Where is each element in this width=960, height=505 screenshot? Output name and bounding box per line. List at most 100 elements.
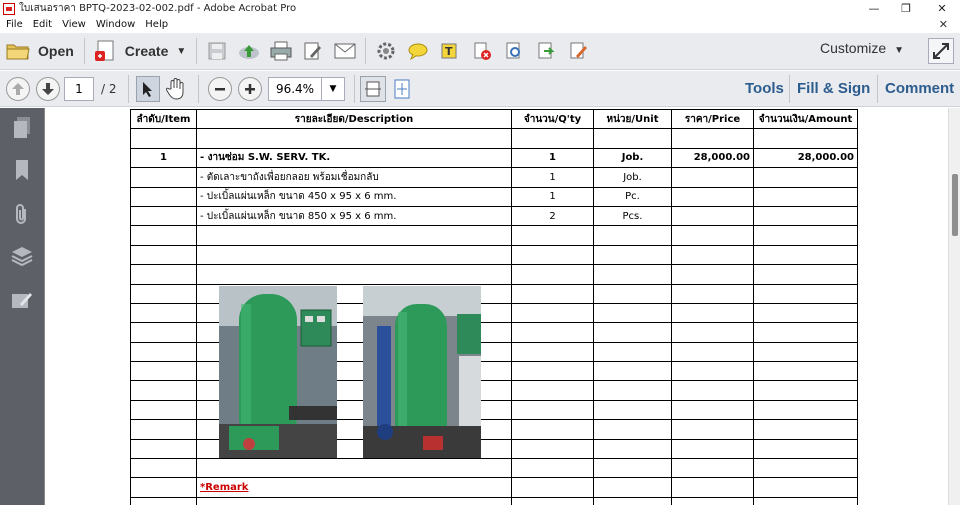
scrollbar-thumb[interactable] — [952, 174, 958, 236]
find-document-icon[interactable] — [503, 40, 525, 62]
item-number — [130, 186, 197, 207]
table-row — [130, 458, 858, 479]
scroll-mode-icon[interactable] — [392, 78, 412, 103]
gear-icon[interactable] — [375, 40, 397, 62]
print-icon[interactable] — [270, 40, 292, 62]
toolbar-divider — [365, 38, 367, 64]
zoom-level-input[interactable]: 96.4% — [268, 77, 322, 101]
header-unit: หน่วย/Unit — [593, 108, 672, 130]
zoom-in-button[interactable] — [238, 77, 262, 101]
customize-label: Customize — [820, 40, 887, 56]
edit-document-icon[interactable] — [302, 40, 324, 62]
table-row — [130, 225, 858, 246]
select-tool-button[interactable] — [136, 76, 160, 102]
page-total: / 2 — [101, 82, 117, 96]
menu-window[interactable]: Window — [96, 19, 135, 30]
page-thumbnails-icon[interactable] — [10, 116, 34, 140]
close-window-button[interactable]: ✕ — [926, 0, 958, 17]
item-price: 28,000.00 — [671, 147, 754, 169]
comment-link[interactable]: Comment — [885, 80, 954, 97]
item-number — [130, 167, 197, 188]
sign-document-icon[interactable] — [567, 40, 589, 62]
tank-photo-1 — [219, 286, 337, 458]
toolbar-divider — [789, 75, 790, 103]
tools-link[interactable]: Tools — [745, 80, 784, 97]
bookmarks-icon[interactable] — [10, 158, 34, 182]
item-amount — [753, 186, 858, 207]
tank-photo-2 — [363, 286, 481, 458]
item-price — [671, 167, 754, 188]
attachments-paperclip-icon[interactable] — [10, 202, 34, 226]
header-description: รายละเอียด/Description — [196, 108, 512, 130]
menu-help[interactable]: Help — [145, 19, 168, 30]
open-label: Open — [38, 43, 74, 59]
create-button[interactable]: Create ▼ — [89, 36, 193, 66]
svg-text:T: T — [445, 45, 453, 58]
zoom-dropdown[interactable]: ▼ — [321, 77, 345, 101]
restore-button[interactable]: ❐ — [890, 0, 922, 17]
item-amount — [753, 205, 858, 227]
table-row: - ตัดเลาะขาถังเพื่อยกลอย พร้อมเชื่อมกลับ… — [130, 167, 858, 188]
plus-icon — [245, 84, 255, 94]
arrow-down-icon — [42, 83, 54, 95]
item-unit: Pc. — [593, 186, 672, 207]
create-pdf-icon — [94, 40, 114, 61]
next-page-button[interactable] — [36, 77, 60, 101]
menu-bar: File Edit View Window Help ✕ — [0, 17, 960, 32]
export-icon[interactable] — [535, 40, 557, 62]
header-item: ลำดับ/Item — [130, 108, 197, 130]
open-button[interactable]: Open — [0, 36, 80, 66]
minimize-button[interactable]: — — [858, 0, 890, 17]
item-qty: 1 — [511, 147, 594, 169]
create-label: Create — [124, 43, 169, 59]
upload-cloud-icon[interactable] — [238, 40, 260, 62]
item-price — [671, 205, 754, 227]
item-description: - ปะเบิ้ลแผ่นเหล็ก ขนาด 850 x 95 x 6 mm. — [196, 205, 512, 227]
window-title: ใบเสนอราคา BPTQ-2023-02-002.pdf - Adobe … — [19, 3, 297, 14]
previous-page-button[interactable] — [6, 77, 30, 101]
delete-page-icon[interactable] — [471, 40, 493, 62]
page-number-input[interactable]: 1 — [64, 77, 94, 101]
vertical-scrollbar[interactable] — [948, 108, 960, 505]
customize-menu[interactable]: Customize ▼ — [820, 40, 904, 56]
menu-file[interactable]: File — [6, 19, 23, 30]
zoom-out-button[interactable] — [208, 77, 232, 101]
table-row: - ปะเบิ้ลแผ่นเหล็ก ขนาด 450 x 95 x 6 mm.… — [130, 186, 858, 207]
full-screen-button[interactable] — [928, 38, 954, 64]
item-number: 1 — [130, 147, 197, 169]
item-description: - ตัดเลาะขาถังเพื่อยกลอย พร้อมเชื่อมกลับ — [196, 167, 512, 188]
item-price — [671, 186, 754, 207]
email-icon[interactable] — [334, 40, 356, 62]
fill-sign-link[interactable]: Fill & Sign — [797, 80, 870, 97]
menu-edit[interactable]: Edit — [33, 19, 52, 30]
item-qty: 1 — [511, 186, 594, 207]
save-icon[interactable] — [206, 40, 228, 62]
title-bar: ใบเสนอราคา BPTQ-2023-02-002.pdf - Adobe … — [0, 0, 960, 17]
hand-tool-icon[interactable] — [165, 78, 186, 103]
item-unit: Job. — [593, 167, 672, 188]
navigation-pane — [0, 108, 44, 505]
layers-icon[interactable] — [10, 244, 34, 268]
item-amount: 28,000.00 — [753, 147, 858, 169]
toolbar-divider — [196, 38, 198, 64]
item-qty: 1 — [511, 167, 594, 188]
table-header-row: ลำดับ/Item รายละเอียด/Description จำนวน/… — [130, 108, 858, 130]
menu-view[interactable]: View — [62, 19, 86, 30]
fit-page-button[interactable] — [360, 76, 386, 102]
toolbar-divider — [198, 75, 199, 103]
customize-caret: ▼ — [894, 45, 905, 56]
document-view[interactable]: ลำดับ/Item รายละเอียด/Description จำนวน/… — [44, 108, 948, 505]
text-highlight-icon[interactable]: T — [439, 40, 461, 62]
close-document-button[interactable]: ✕ — [939, 17, 948, 32]
create-dropdown-caret[interactable]: ▼ — [176, 46, 186, 57]
header-amount: จำนวนเงิน/Amount — [753, 108, 858, 130]
toolbar-divider — [354, 75, 355, 103]
cursor-arrow-icon — [143, 82, 152, 97]
item-amount — [753, 167, 858, 188]
comment-bubble-icon[interactable] — [407, 40, 429, 62]
item-description: - งานซ่อม S.W. SERV. TK. — [196, 147, 512, 169]
item-unit: Job. — [593, 147, 672, 169]
table-row — [130, 264, 858, 285]
header-price: ราคา/Price — [671, 108, 754, 130]
signatures-icon[interactable] — [10, 288, 34, 312]
